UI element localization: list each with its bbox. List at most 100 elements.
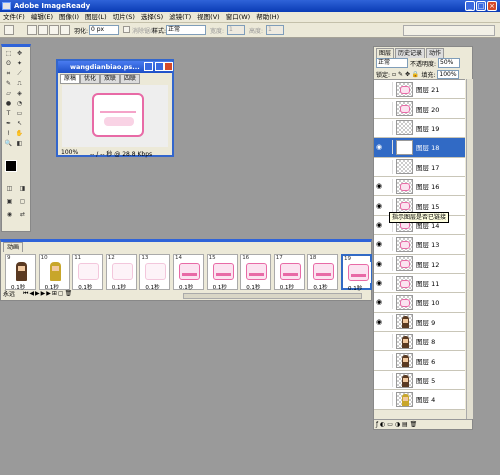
animation-frame[interactable]: 13 0.1秒: [139, 254, 171, 291]
link-slot[interactable]: [384, 237, 393, 252]
blend-mode-select[interactable]: 正常: [376, 58, 408, 68]
tool-preset-icon[interactable]: [4, 25, 14, 35]
palette-tab[interactable]: 图层: [376, 48, 395, 58]
layer-row[interactable]: 图层 19: [374, 118, 465, 139]
marquee-tool-icon[interactable]: ⬚: [4, 50, 13, 58]
quick-mask-icon[interactable]: ◫: [5, 185, 14, 193]
layer-row[interactable]: ◉ 图层 16: [374, 176, 465, 197]
move-tool-icon[interactable]: ✥: [15, 50, 24, 58]
menu-item[interactable]: 选择(S): [138, 12, 166, 23]
layer-row[interactable]: 图层 5: [374, 370, 465, 391]
menu-item[interactable]: 窗口(W): [223, 12, 254, 23]
link-slot[interactable]: [384, 276, 393, 291]
next-frame-icon[interactable]: ▶▶: [41, 290, 52, 297]
eye-icon[interactable]: ◉: [374, 240, 384, 248]
link-slot[interactable]: [384, 314, 393, 329]
eyedropper-icon[interactable]: ⌇: [4, 130, 13, 138]
palette-tab[interactable]: 动作: [426, 48, 445, 58]
menu-item[interactable]: 视图(V): [194, 12, 223, 23]
foreground-color-swatch[interactable]: [5, 160, 17, 172]
frame-delay[interactable]: 0.1秒: [313, 283, 327, 291]
preview-browser-icon[interactable]: ◉: [5, 211, 14, 219]
animation-frame[interactable]: 14 0.1秒: [173, 254, 204, 291]
minimize-button[interactable]: _: [465, 1, 475, 11]
link-slot[interactable]: [384, 198, 393, 213]
trash-icon[interactable]: 🗑: [410, 421, 418, 428]
blur-tool-icon[interactable]: ◔: [15, 100, 24, 108]
tab-3[interactable]: 四联: [120, 74, 141, 84]
close-button[interactable]: ×: [487, 1, 497, 11]
layer-row[interactable]: 图层 4: [374, 390, 465, 410]
menu-item[interactable]: 帮助(H): [253, 12, 282, 23]
type-tool-icon[interactable]: T: [4, 110, 13, 118]
height-input[interactable]: 1: [266, 25, 284, 35]
style-select[interactable]: 正常: [166, 25, 206, 35]
layer-row[interactable]: ◉ 图层 18: [374, 138, 465, 158]
eye-icon[interactable]: ◉: [374, 260, 384, 268]
frame-delay[interactable]: 0.1秒: [213, 283, 227, 291]
paint-bucket-icon[interactable]: ◈: [15, 90, 24, 98]
pen-tool-icon[interactable]: ✒: [4, 120, 13, 128]
eye-icon[interactable]: ◉: [374, 298, 384, 306]
eraser-tool-icon[interactable]: ▱: [4, 90, 13, 98]
animation-frame[interactable]: 10 0.1秒: [38, 254, 70, 291]
link-slot[interactable]: [384, 82, 393, 97]
lock-icon[interactable]: ▫ ✎ ✥ 🔒: [392, 71, 419, 78]
frame-delay[interactable]: 0.1秒: [246, 283, 260, 291]
layer-row[interactable]: 图层 8: [374, 332, 465, 352]
animation-scrollbar[interactable]: [183, 293, 362, 299]
doc-minimize-button[interactable]: [144, 62, 153, 71]
menu-item[interactable]: 切片(S): [110, 12, 138, 23]
screen-mode-icon[interactable]: ▣: [5, 198, 14, 206]
frame-delay[interactable]: 0.1秒: [145, 283, 159, 291]
eye-icon[interactable]: ◉: [374, 279, 384, 287]
menu-item[interactable]: 图层(L): [82, 12, 110, 23]
animation-frame[interactable]: 19 0.1秒: [341, 254, 372, 292]
link-slot[interactable]: [384, 159, 393, 174]
image-map-icon[interactable]: ◧: [15, 140, 24, 148]
hand-tool-icon[interactable]: ✋: [15, 130, 24, 138]
link-slot[interactable]: [384, 256, 393, 271]
layer-row[interactable]: ◉ 图层 13: [374, 235, 465, 255]
width-input[interactable]: 1: [227, 25, 245, 35]
delete-frame-icon[interactable]: 🗑: [65, 290, 74, 297]
magic-wand-icon[interactable]: ✦: [15, 60, 24, 68]
link-slot[interactable]: [384, 353, 393, 368]
frame-delay[interactable]: 0.1秒: [78, 283, 92, 291]
animation-frame[interactable]: 12 0.1秒: [105, 254, 137, 291]
path-select-icon[interactable]: ↖: [15, 120, 24, 128]
menu-item[interactable]: 滤镜(T): [166, 12, 194, 23]
eye-icon[interactable]: ◉: [374, 221, 384, 229]
link-slot[interactable]: [384, 392, 393, 407]
antialias-checkbox[interactable]: [123, 26, 130, 33]
layer-row[interactable]: ◉ 图层 11: [374, 273, 465, 294]
layer-row[interactable]: 图层 6: [374, 351, 465, 371]
animation-frame[interactable]: 15 0.1秒: [206, 254, 238, 291]
lasso-tool-icon[interactable]: ʘ: [4, 60, 13, 68]
new-selection-icon[interactable]: [27, 25, 37, 35]
layers-scrollbar[interactable]: [466, 79, 473, 419]
doc-close-button[interactable]: [164, 62, 173, 71]
layer-row[interactable]: ◉ 图层 10: [374, 293, 465, 313]
link-slot[interactable]: [384, 140, 393, 155]
layer-row[interactable]: 图层 20: [374, 99, 465, 119]
stamp-tool-icon[interactable]: ⎍: [15, 80, 24, 88]
animation-frame[interactable]: 9 0.1秒: [5, 254, 36, 291]
link-slot[interactable]: [384, 101, 393, 116]
layer-row[interactable]: 图层 21: [374, 80, 465, 100]
duplicate-frame-icon[interactable]: ▢: [58, 290, 65, 297]
link-slot[interactable]: [384, 179, 393, 194]
new-layer-icon[interactable]: ▤: [402, 421, 408, 428]
fill-input[interactable]: 100%: [437, 69, 460, 79]
animation-tab[interactable]: 动画: [3, 242, 24, 252]
doc-maximize-button[interactable]: [155, 62, 164, 71]
subtract-selection-icon[interactable]: [49, 25, 59, 35]
eye-icon[interactable]: ◉: [374, 202, 384, 210]
slice-visibility-icon[interactable]: ◨: [18, 185, 27, 193]
animation-frame[interactable]: 16 0.1秒: [240, 254, 272, 291]
jump-to-photoshop-icon[interactable]: ⇄: [18, 211, 27, 219]
tab-0[interactable]: 原稿: [60, 74, 81, 84]
menu-item[interactable]: 图像(I): [56, 12, 82, 23]
frame-delay[interactable]: 0.1秒: [280, 283, 294, 291]
eye-icon[interactable]: ◉: [374, 143, 384, 151]
